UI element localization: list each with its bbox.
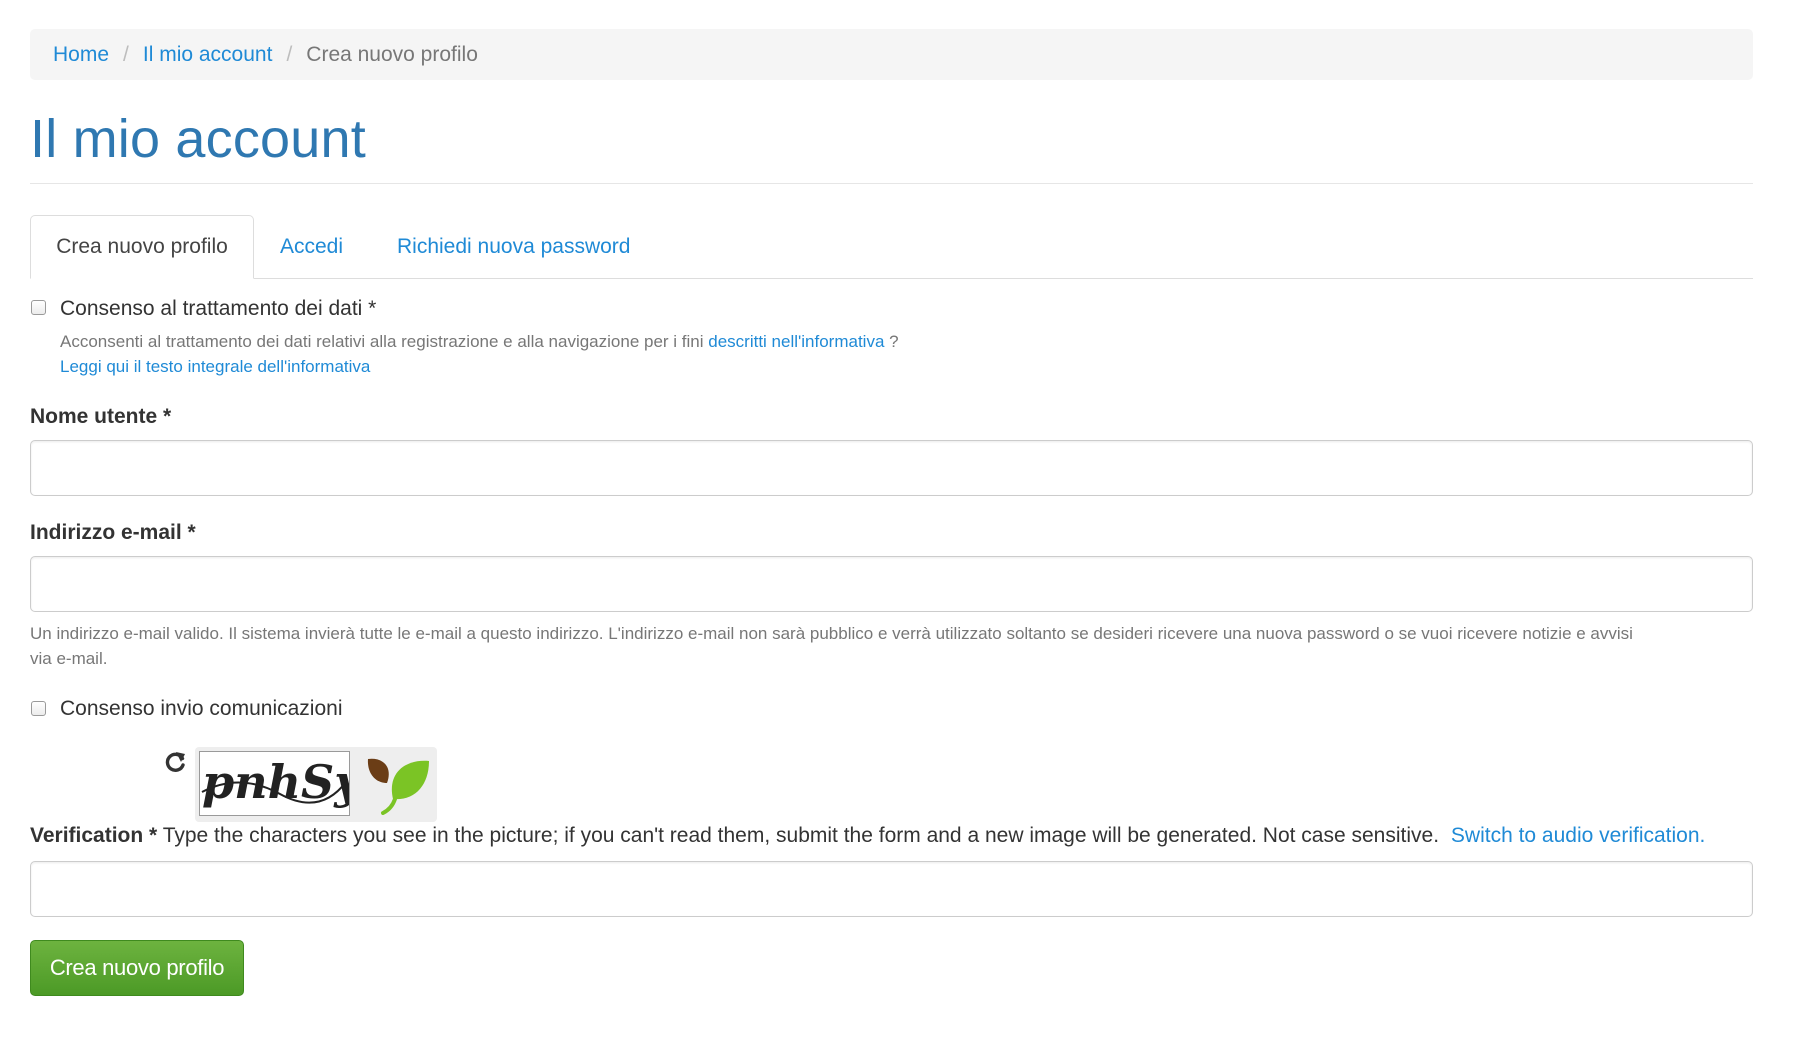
- breadcrumb-separator: /: [286, 42, 293, 66]
- consent-data-help: Acconsenti al trattamento dei dati relat…: [60, 329, 899, 354]
- email-label: Indirizzo e-mail *: [30, 521, 196, 544]
- tab-request-password[interactable]: Richiedi nuova password: [397, 215, 630, 278]
- page: Home / Il mio account / Crea nuovo profi…: [0, 0, 1800, 1041]
- create-profile-button[interactable]: Crea nuovo profilo: [30, 940, 244, 996]
- consent-data-label[interactable]: Consenso al trattamento dei dati *: [60, 297, 376, 321]
- username-label: Nome utente *: [30, 405, 172, 428]
- leaf-logo-icon: [367, 758, 429, 815]
- consent-data-checkbox[interactable]: [31, 300, 46, 315]
- consent-comms-label[interactable]: Consenso invio comunicazioni: [60, 697, 343, 721]
- verification-instructions: Type the characters you see in the pictu…: [162, 824, 1440, 847]
- email-help-line1: Un indirizzo e-mail valido. Il sistema i…: [30, 624, 1633, 643]
- consent-data-help-suffix: ?: [889, 332, 899, 351]
- captcha-container: pnhSy: [195, 747, 437, 822]
- tab-bar: Crea nuovo profilo Accedi Richiedi nuova…: [30, 215, 1753, 279]
- verification-input[interactable]: [30, 861, 1753, 917]
- breadcrumb-current: Crea nuovo profilo: [306, 42, 478, 66]
- breadcrumb-separator: /: [123, 42, 129, 66]
- breadcrumb-home-link[interactable]: Home: [53, 43, 109, 67]
- consent-comms-checkbox[interactable]: [31, 701, 46, 716]
- username-input[interactable]: [30, 440, 1753, 496]
- page-title: Il mio account: [30, 109, 366, 169]
- tab-login[interactable]: Accedi: [280, 215, 343, 278]
- audio-verification-link[interactable]: Switch to audio verification.: [1451, 824, 1705, 847]
- breadcrumb: Home / Il mio account / Crea nuovo profi…: [30, 29, 1753, 80]
- captcha-text: pnhSy: [202, 755, 349, 809]
- email-help-line2: via e-mail.: [30, 649, 108, 668]
- refresh-icon[interactable]: [163, 749, 189, 775]
- tab-create-profile[interactable]: Crea nuovo profilo: [30, 215, 254, 279]
- consent-data-help-text: Acconsenti al trattamento dei dati relat…: [60, 332, 704, 351]
- full-privacy-text-link[interactable]: Leggi qui il testo integrale dell'inform…: [60, 354, 370, 379]
- privacy-policy-link[interactable]: descritti nell'informativa: [708, 332, 884, 351]
- verification-line: Verification * Type the characters you s…: [30, 824, 1705, 848]
- email-input[interactable]: [30, 556, 1753, 612]
- captcha-image: pnhSy: [199, 751, 364, 816]
- title-divider: [30, 183, 1753, 184]
- verification-label: Verification *: [30, 824, 158, 847]
- breadcrumb-account-link[interactable]: Il mio account: [143, 43, 273, 67]
